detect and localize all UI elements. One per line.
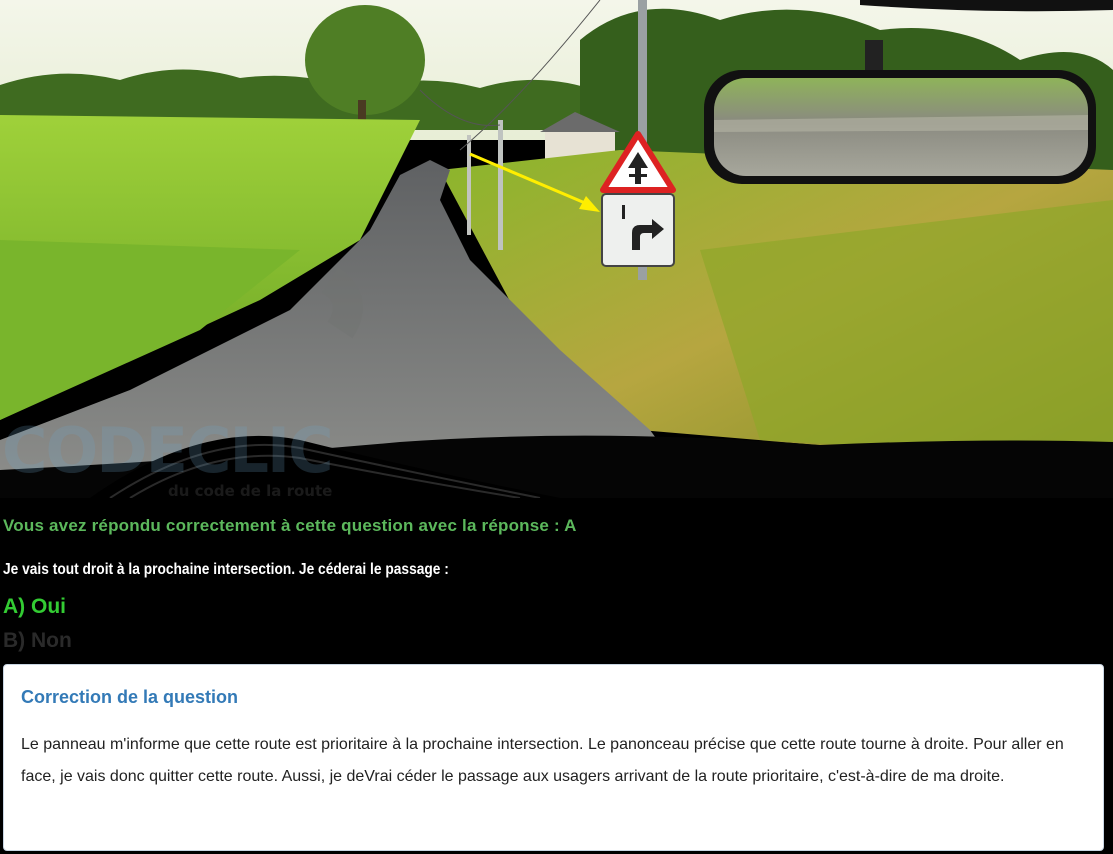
question-text: Je vais tout droit à la prochaine inters… [3,561,449,578]
correction-text: Le panneau m'informe que cette route est… [21,736,1064,785]
answer-option-a[interactable]: A) Oui [3,595,66,619]
correction-title: Correction de la question [21,687,239,707]
result-message: Vous avez répondu correctement à cette q… [3,516,577,535]
question-photo: CODECLIC du code de la route [0,0,1113,498]
watermark-logo: CODECLIC du code de la route [2,414,334,498]
correction-panel: Correction de la question Le panneau m'i… [3,664,1104,851]
turn-right-panel-sign [601,193,675,267]
answer-option-b[interactable]: B) Non [3,629,72,653]
